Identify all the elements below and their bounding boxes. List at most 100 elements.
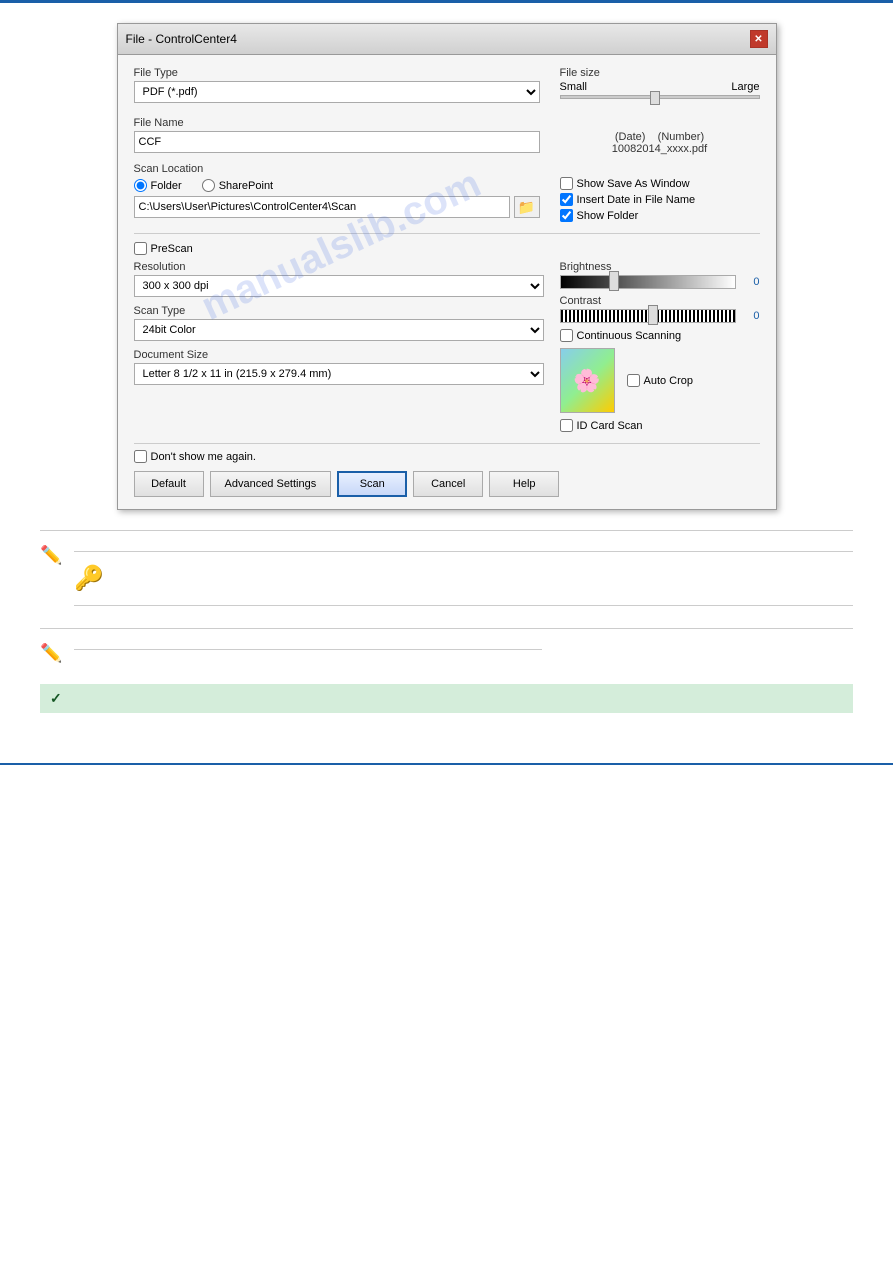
dont-show-row: Don't show me again.: [134, 443, 760, 463]
default-button[interactable]: Default: [134, 471, 204, 497]
main-cols: Resolution 100 x 100 dpi200 x 200 dpi300…: [134, 261, 760, 435]
note-divider-2: [74, 605, 853, 606]
show-save-as-checkbox[interactable]: [560, 177, 573, 190]
dont-show-checkbox[interactable]: [134, 450, 147, 463]
date-label: (Date): [615, 131, 646, 143]
note-section-1: ✏️ 🔑: [40, 530, 853, 618]
close-button[interactable]: ✕: [750, 30, 768, 48]
id-card-scan-text: ID Card Scan: [577, 420, 643, 432]
contrast-value: 0: [740, 310, 760, 322]
brightness-slider-track[interactable]: [560, 275, 736, 289]
browse-folder-button[interactable]: 📁: [514, 196, 540, 218]
file-name-row: File Name CCF (Date) (Number) 10082014_x…: [134, 117, 760, 155]
pencil-icon-1: ✏️: [40, 545, 62, 566]
file-name-input[interactable]: CCF: [134, 131, 540, 153]
file-name-left: File Name CCF: [134, 117, 540, 155]
note-section-2: ✏️: [40, 628, 853, 670]
check-icon: ✓: [50, 690, 62, 707]
insert-date-label[interactable]: Insert Date in File Name: [560, 193, 760, 206]
file-name-sample: 10082014_xxxx.pdf: [560, 143, 760, 155]
file-size-col: File size Small Large: [560, 67, 760, 109]
file-size-slider[interactable]: [560, 95, 760, 99]
file-size-heading: File size: [560, 67, 760, 79]
bottom-line: [0, 763, 893, 765]
brightness-value: 0: [740, 276, 760, 288]
folder-radio[interactable]: [134, 179, 147, 192]
note-divider-3: [74, 649, 541, 650]
dialog-titlebar: File - ControlCenter4 ✕: [118, 24, 776, 55]
note-row-1: ✏️ 🔑: [40, 539, 853, 618]
id-card-scan-label[interactable]: ID Card Scan: [560, 419, 760, 432]
scan-type-select[interactable]: 24bit ColorGrayscaleBlack & White: [134, 319, 544, 341]
file-name-meta: (Date) (Number): [560, 131, 760, 143]
scan-button[interactable]: Scan: [337, 471, 407, 497]
contrast-slider-track[interactable]: [560, 309, 736, 323]
folder-label: Folder: [151, 180, 182, 192]
note-body-2: [74, 643, 853, 656]
show-folder-checkbox[interactable]: [560, 209, 573, 222]
document-size-label: Document Size: [134, 349, 544, 361]
file-type-col: File Type PDF (*.pdf)JPEG (*.jpg)PNG (*.…: [134, 67, 540, 109]
scan-type-label: Scan Type: [134, 305, 544, 317]
key-icon: 🔑: [74, 564, 104, 593]
advanced-settings-button[interactable]: Advanced Settings: [210, 471, 332, 497]
prescan-checkbox[interactable]: [134, 242, 147, 255]
resolution-select[interactable]: 100 x 100 dpi200 x 200 dpi300 x 300 dpi6…: [134, 275, 544, 297]
brightness-thumb: [609, 271, 619, 291]
file-checkboxes-col: Show Save As Window Insert Date in File …: [560, 163, 760, 225]
file-size-thumb: [650, 91, 660, 105]
help-button[interactable]: Help: [489, 471, 559, 497]
prescan-text: PreScan: [151, 243, 193, 255]
brightness-label: Brightness: [560, 261, 760, 273]
brightness-slider-row: 0: [560, 275, 760, 289]
contrast-label: Contrast: [560, 295, 760, 307]
file-type-label: File Type: [134, 67, 540, 79]
file-size-track: [560, 95, 760, 99]
file-type-select[interactable]: PDF (*.pdf)JPEG (*.jpg)PNG (*.png)TIFF (…: [134, 81, 540, 103]
folder-radio-label[interactable]: Folder: [134, 179, 182, 192]
sharepoint-radio[interactable]: [202, 179, 215, 192]
document-size-select[interactable]: Letter 8 1/2 x 11 in (215.9 x 279.4 mm)A…: [134, 363, 544, 385]
preview-image: 🌸: [560, 348, 615, 413]
preview-auto-crop-row: 🌸 Auto Crop: [560, 348, 760, 413]
continuous-scanning-checkbox[interactable]: [560, 329, 573, 342]
scan-location-label: Scan Location: [134, 163, 540, 175]
tool-icon-row: 🔑: [74, 558, 853, 599]
note-row-2: ✏️: [40, 637, 853, 670]
cancel-button[interactable]: Cancel: [413, 471, 483, 497]
continuous-scanning-label[interactable]: Continuous Scanning: [560, 329, 760, 342]
dont-show-label[interactable]: Don't show me again.: [134, 450, 760, 463]
id-card-scan-checkbox[interactable]: [560, 419, 573, 432]
dont-show-text: Don't show me again.: [151, 451, 256, 463]
file-size-large: Large: [731, 81, 759, 93]
note-body-1: 🔑: [74, 545, 853, 612]
prescan-label[interactable]: PreScan: [134, 242, 760, 255]
preview-image-inner: 🌸: [561, 349, 614, 412]
show-folder-text: Show Folder: [577, 210, 639, 222]
number-label: (Number): [658, 131, 704, 143]
auto-crop-checkbox[interactable]: [627, 374, 640, 387]
insert-date-checkbox[interactable]: [560, 193, 573, 206]
show-save-as-label[interactable]: Show Save As Window: [560, 177, 760, 190]
dialog-body: File Type PDF (*.pdf)JPEG (*.jpg)PNG (*.…: [118, 55, 776, 509]
sharepoint-radio-label[interactable]: SharePoint: [202, 179, 273, 192]
file-dialog: File - ControlCenter4 ✕ File Type PDF (*…: [117, 23, 777, 510]
checkboxes-row: Scan Location Folder SharePoint: [134, 163, 760, 225]
dialog-title: File - ControlCenter4: [126, 32, 237, 46]
pencil-icon-2: ✏️: [40, 643, 62, 664]
auto-crop-label[interactable]: Auto Crop: [627, 374, 694, 387]
file-name-right: (Date) (Number) 10082014_xxxx.pdf: [560, 117, 760, 155]
scan-location-radios: Folder SharePoint: [134, 179, 540, 192]
main-left: Resolution 100 x 100 dpi200 x 200 dpi300…: [134, 261, 544, 435]
contrast-slider-row: 0: [560, 309, 760, 323]
file-size-small: Small: [560, 81, 588, 93]
divider1: [134, 233, 760, 234]
show-folder-label[interactable]: Show Folder: [560, 209, 760, 222]
scan-path-input[interactable]: C:\Users\User\Pictures\ControlCenter4\Sc…: [134, 196, 510, 218]
contrast-thumb: [648, 305, 658, 325]
green-box: ✓: [40, 684, 853, 713]
file-name-label: File Name: [134, 117, 540, 129]
buttons-row: Default Advanced Settings Scan Cancel He…: [134, 471, 760, 497]
insert-date-text: Insert Date in File Name: [577, 194, 696, 206]
scan-location-section: Scan Location Folder SharePoint: [134, 163, 540, 225]
